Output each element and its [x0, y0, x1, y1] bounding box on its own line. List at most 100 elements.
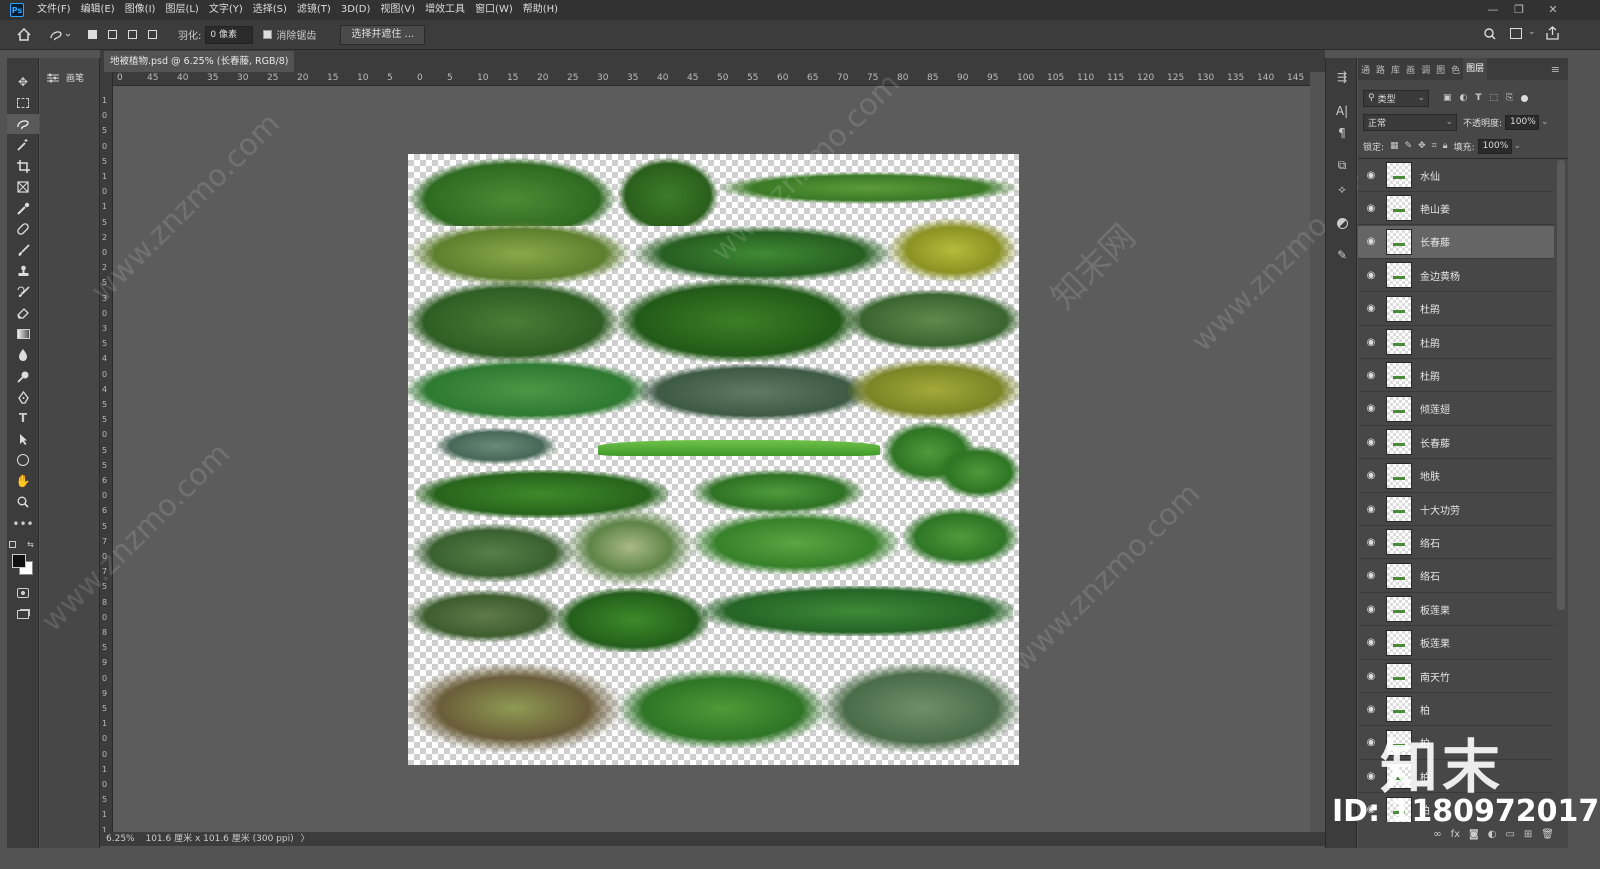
glyphs-icon[interactable]: ⧉ [1326, 154, 1358, 176]
healing-brush-tool-icon[interactable] [7, 219, 39, 239]
menu-select[interactable]: 选择(S) [248, 0, 292, 20]
menu-type[interactable]: 文字(Y) [204, 0, 248, 20]
lock-position-icon[interactable]: ✥ [1418, 141, 1426, 151]
properties-icon[interactable]: ⇶ [1326, 66, 1358, 88]
workspace-chevron-icon[interactable]: ⌄ [1528, 27, 1536, 37]
menu-view[interactable]: 视图(V) [375, 0, 420, 20]
pen-tool-icon[interactable] [7, 387, 39, 407]
antialias-checkbox[interactable] [263, 30, 273, 39]
minimize-icon[interactable]: — [1480, 0, 1506, 20]
layer-row[interactable]: ◉ 十大功劳 [1358, 493, 1554, 526]
hand-tool-icon[interactable]: ✋ [7, 471, 39, 491]
visibility-eye-icon[interactable]: ◉ [1358, 470, 1384, 481]
opacity-input[interactable]: 100% [1505, 114, 1540, 130]
lock-image-icon[interactable]: ✎ [1405, 141, 1413, 151]
visibility-eye-icon[interactable]: ◉ [1358, 236, 1384, 247]
marquee-tool-icon[interactable] [7, 93, 39, 113]
layer-row[interactable]: ◉ 倾莲翅 [1358, 393, 1554, 426]
delete-layer-icon[interactable]: 🗑︎ [1541, 829, 1554, 840]
visibility-eye-icon[interactable]: ◉ [1358, 637, 1384, 648]
menu-layer[interactable]: 图层(L) [160, 0, 203, 20]
share-icon[interactable] [1546, 26, 1559, 43]
layer-filter-select[interactable]: ⚲ 类型 ⌄ [1363, 89, 1429, 107]
menu-help[interactable]: 帮助(H) [518, 0, 563, 20]
quick-mask-icon[interactable] [7, 583, 39, 603]
path-selection-tool-icon[interactable] [7, 429, 39, 449]
visibility-eye-icon[interactable]: ◉ [1358, 337, 1384, 348]
visibility-eye-icon[interactable]: ◉ [1358, 504, 1384, 515]
adjustments-icon[interactable]: ⟡ [1326, 178, 1358, 200]
lasso-tool-preset-icon[interactable] [42, 24, 78, 46]
visibility-eye-icon[interactable]: ◉ [1358, 671, 1384, 682]
link-layers-icon[interactable]: ∞ [1433, 829, 1441, 840]
zoom-level[interactable]: 6.25% [106, 834, 135, 844]
visibility-eye-icon[interactable]: ◉ [1358, 537, 1384, 548]
foreground-color-swatch[interactable] [12, 554, 26, 568]
swap-colors-icon[interactable]: ⇆ [27, 540, 34, 549]
color-icon[interactable] [1326, 212, 1358, 234]
paragraph-icon[interactable]: ¶ [1326, 122, 1358, 144]
layer-row[interactable]: ◉ 络石 [1358, 560, 1554, 593]
fill-chevron-icon[interactable]: ⌄ [1514, 141, 1522, 151]
home-icon[interactable] [6, 24, 42, 46]
lock-all-icon[interactable]: 🔒︎ [1443, 141, 1448, 151]
magic-wand-tool-icon[interactable] [7, 135, 39, 155]
filter-smart-object-icon[interactable]: ⎘ [1506, 93, 1513, 103]
tab-layers[interactable]: 图层 [1463, 58, 1488, 80]
layer-name[interactable]: 金边黄杨 [1420, 268, 1460, 283]
workspace-icon[interactable] [1510, 28, 1522, 39]
visibility-eye-icon[interactable]: ◉ [1358, 203, 1384, 214]
layer-row[interactable]: ◉ 杜鹃 [1358, 359, 1554, 393]
move-tool-icon[interactable]: ✥ [7, 72, 39, 92]
brush-panel-button[interactable]: 画笔 [46, 71, 84, 84]
tab-channels[interactable]: 通 [1358, 63, 1373, 76]
layer-row[interactable]: ◉ 水仙 [1358, 159, 1554, 192]
screen-mode-icon[interactable] [7, 604, 39, 624]
close-window-icon[interactable]: ✕ [1540, 0, 1566, 20]
layer-name[interactable]: 水仙 [1420, 168, 1440, 183]
restore-icon[interactable]: ❐ [1506, 0, 1532, 20]
blend-mode-select[interactable]: 正常 ⌄ [1363, 113, 1457, 131]
panel-menu-icon[interactable]: ≡ [1551, 63, 1560, 76]
menu-3d[interactable]: 3D(D) [336, 0, 376, 20]
select-and-mask-button[interactable]: 选择并遮住 ... [340, 24, 426, 45]
stamp-tool-icon[interactable] [7, 261, 39, 281]
menu-window[interactable]: 窗口(W) [470, 0, 518, 20]
opacity-chevron-icon[interactable]: ⌄ [1541, 117, 1549, 127]
filter-shape-icon[interactable]: ⬚ [1490, 93, 1499, 103]
visibility-eye-icon[interactable]: ◉ [1358, 170, 1384, 181]
layer-name[interactable]: 南天竹 [1420, 669, 1450, 684]
layer-row[interactable]: ◉ 艳山姜 [1358, 192, 1554, 226]
menu-plugins[interactable]: 增效工具 [420, 0, 470, 20]
layer-name[interactable]: 板莲果 [1420, 635, 1450, 650]
brush-tool-icon[interactable] [7, 240, 39, 260]
add-selection-icon[interactable] [102, 24, 122, 46]
frame-tool-icon[interactable] [7, 177, 39, 197]
gradient-tool-icon[interactable] [7, 324, 39, 344]
zoom-tool-icon[interactable] [7, 492, 39, 512]
document-canvas-image[interactable] [408, 154, 1019, 765]
layer-name[interactable]: 络石 [1420, 568, 1440, 583]
character-icon[interactable]: A| [1326, 100, 1358, 122]
layer-row[interactable]: ◉ 杜鹃 [1358, 326, 1554, 359]
new-adjustment-icon[interactable]: ◐ [1488, 829, 1497, 840]
layers-scrollbar[interactable] [1557, 160, 1565, 610]
lasso-tool-icon[interactable] [7, 114, 39, 134]
filter-type-icon[interactable]: T [1475, 93, 1481, 103]
new-group-icon[interactable]: ▭ [1505, 829, 1514, 840]
search-icon[interactable] [1484, 28, 1496, 43]
visibility-eye-icon[interactable]: ◉ [1358, 303, 1384, 314]
more-tools-icon[interactable]: ••• [7, 514, 39, 534]
lock-transparent-icon[interactable]: ▦ [1390, 141, 1399, 151]
layer-name[interactable]: 长春藤 [1420, 234, 1450, 249]
layer-name[interactable]: 艳山姜 [1420, 201, 1450, 216]
layer-row[interactable]: ◉ 长春藤 [1358, 426, 1554, 460]
ellipse-tool-icon[interactable] [7, 450, 39, 470]
crop-tool-icon[interactable] [7, 156, 39, 176]
visibility-eye-icon[interactable]: ◉ [1358, 604, 1384, 615]
tab-color[interactable]: 色 [1448, 63, 1463, 76]
dodge-tool-icon[interactable] [7, 366, 39, 386]
menu-filter[interactable]: 滤镜(T) [292, 0, 336, 20]
intersect-selection-icon[interactable] [142, 24, 162, 46]
menu-file[interactable]: 文件(F) [32, 0, 76, 20]
